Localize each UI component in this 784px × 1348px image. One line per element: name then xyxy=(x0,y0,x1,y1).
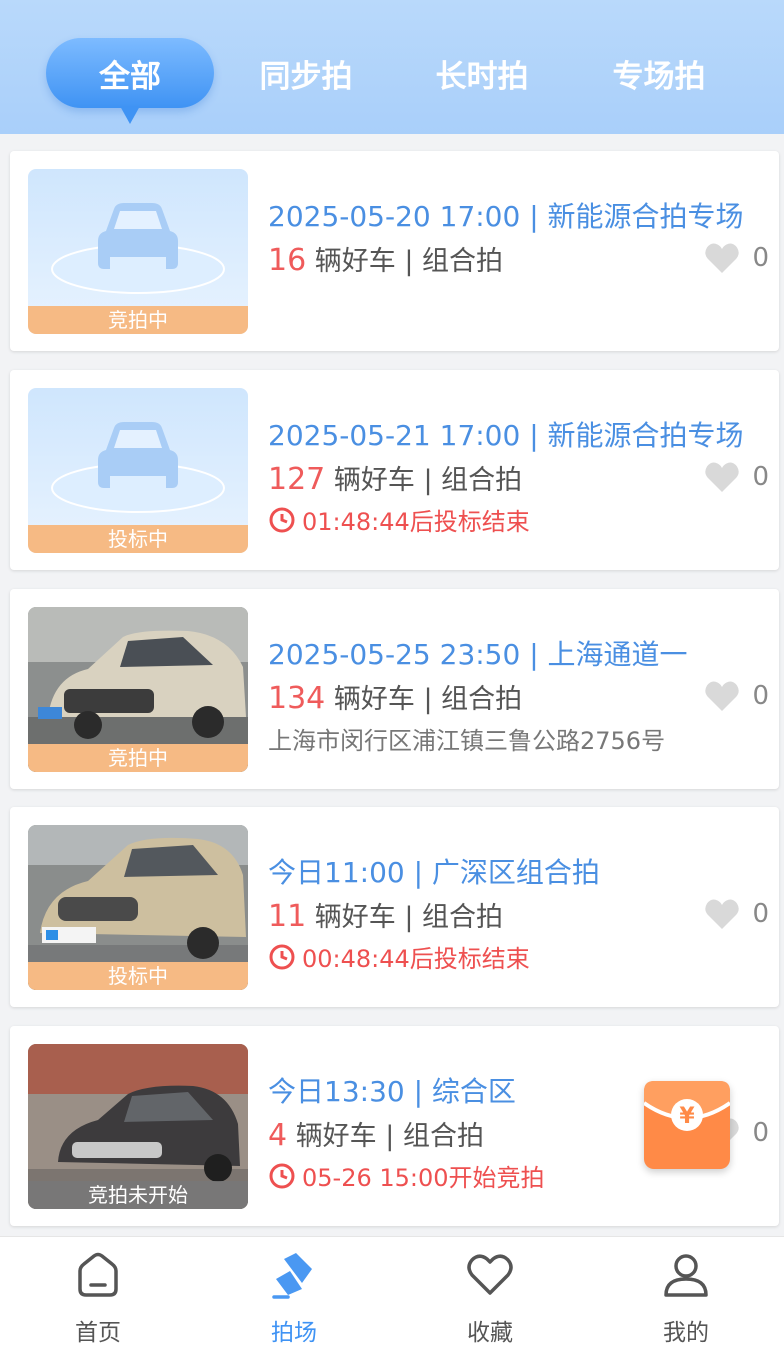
heart-icon xyxy=(705,243,740,273)
auction-thumbnail: 投标中 xyxy=(28,825,248,990)
favorite-count: 0 xyxy=(752,899,769,929)
auction-thumbnail: 竞拍未开始 xyxy=(28,1044,248,1209)
auction-meta: 134 辆好车 | 组合拍 xyxy=(268,677,522,716)
countdown-text: 00:48:44后投标结束 xyxy=(302,945,530,973)
countdown-line: 01:48:44后投标结束 xyxy=(268,502,530,537)
clock-icon xyxy=(269,1163,295,1188)
tab-long-auction[interactable]: 长时拍 xyxy=(398,38,566,108)
auction-desc: 辆好车 | 组合拍 xyxy=(314,246,504,277)
auction-card[interactable]: 竞拍中 2025-05-25 23:50 | 上海通道一 134 辆好车 | 组… xyxy=(10,589,779,789)
red-packet-button[interactable]: ¥ xyxy=(642,1081,732,1169)
auction-meta: 127 辆好车 | 组合拍 xyxy=(268,458,522,497)
countdown-text: 05-26 15:00开始竞拍 xyxy=(302,1164,545,1192)
car-count: 4 xyxy=(268,1118,288,1153)
auction-meta: 16 辆好车 | 组合拍 xyxy=(268,239,503,278)
heart-icon xyxy=(705,462,740,492)
heart-icon xyxy=(705,681,740,711)
status-badge: 投标中 xyxy=(28,962,248,990)
auction-desc: 辆好车 | 组合拍 xyxy=(314,902,504,933)
countdown-line: 05-26 15:00开始竞拍 xyxy=(268,1158,545,1193)
auction-desc: 辆好车 | 组合拍 xyxy=(295,1121,484,1152)
nav-home-label: 首页 xyxy=(75,1320,121,1346)
heart-icon xyxy=(705,899,740,929)
address-line: 上海市闵行区浦江镇三鲁公路2756号 xyxy=(268,721,665,756)
auction-desc: 辆好车 | 组合拍 xyxy=(333,684,523,715)
favorite-toggle[interactable]: 0 xyxy=(704,241,769,275)
red-packet-icon: ¥ xyxy=(642,1081,732,1131)
favorite-toggle[interactable]: 0 xyxy=(704,897,769,931)
auction-title: 2025-05-20 17:00 | 新能源合拍专场 xyxy=(268,200,744,233)
header-tabs-bar: 全部 同步拍 长时拍 专场拍 xyxy=(0,0,784,134)
nav-profile[interactable]: 我的 xyxy=(588,1237,784,1348)
nav-home[interactable]: 首页 xyxy=(0,1237,196,1348)
clock-icon xyxy=(269,507,295,532)
tab-sync-auction[interactable]: 同步拍 xyxy=(222,38,390,108)
clock-icon xyxy=(269,944,295,969)
nav-auction[interactable]: 拍场 xyxy=(196,1237,392,1348)
auction-thumbnail: 竞拍中 xyxy=(28,607,248,772)
favorite-count: 0 xyxy=(752,462,769,492)
car-count: 127 xyxy=(268,462,326,497)
favorite-count: 0 xyxy=(752,1118,769,1148)
auction-title: 2025-05-25 23:50 | 上海通道一 xyxy=(268,638,688,671)
countdown-text: 01:48:44后投标结束 xyxy=(302,508,530,536)
auction-desc: 辆好车 | 组合拍 xyxy=(333,465,523,496)
nav-auction-label: 拍场 xyxy=(271,1320,317,1346)
car-count: 16 xyxy=(268,243,307,278)
auction-card[interactable]: 竞拍中 2025-05-20 17:00 | 新能源合拍专场 16 辆好车 | … xyxy=(10,151,779,351)
bottom-nav: 首页 拍场 收藏 我的 xyxy=(0,1236,784,1348)
tab-special-auction[interactable]: 专场拍 xyxy=(575,38,743,108)
auction-meta: 4 辆好车 | 组合拍 xyxy=(268,1114,484,1153)
auction-card[interactable]: 投标中 2025-05-21 17:00 | 新能源合拍专场 127 辆好车 |… xyxy=(10,370,779,570)
nav-favorites-label: 收藏 xyxy=(467,1320,513,1346)
favorite-count: 0 xyxy=(752,243,769,273)
currency-symbol: ¥ xyxy=(679,1104,695,1129)
countdown-line: 00:48:44后投标结束 xyxy=(268,939,530,974)
auction-card[interactable]: 投标中 今日11:00 | 广深区组合拍 11 辆好车 | 组合拍 00:48:… xyxy=(10,807,779,1007)
favorite-count: 0 xyxy=(752,681,769,711)
address-text: 上海市闵行区浦江镇三鲁公路2756号 xyxy=(268,727,666,755)
auction-title: 2025-05-21 17:00 | 新能源合拍专场 xyxy=(268,419,744,452)
status-badge: 投标中 xyxy=(28,525,248,553)
status-badge: 竞拍中 xyxy=(28,306,248,334)
favorite-toggle[interactable]: 0 xyxy=(704,460,769,494)
auction-title: 今日11:00 | 广深区组合拍 xyxy=(268,856,600,889)
auction-thumbnail: 竞拍中 xyxy=(28,169,248,334)
car-count: 11 xyxy=(268,899,307,934)
car-count: 134 xyxy=(268,681,326,716)
nav-favorites[interactable]: 收藏 xyxy=(392,1237,588,1348)
user-icon xyxy=(664,1254,708,1297)
gavel-icon xyxy=(272,1253,312,1299)
status-badge: 竞拍中 xyxy=(28,744,248,772)
tab-all[interactable]: 全部 xyxy=(46,38,214,124)
status-badge: 竞拍未开始 xyxy=(28,1181,248,1209)
favorite-toggle[interactable]: 0 xyxy=(704,679,769,713)
home-icon xyxy=(78,1252,118,1297)
heart-icon xyxy=(467,1254,513,1295)
auction-meta: 11 辆好车 | 组合拍 xyxy=(268,895,503,934)
auction-thumbnail: 投标中 xyxy=(28,388,248,553)
nav-profile-label: 我的 xyxy=(663,1320,709,1346)
